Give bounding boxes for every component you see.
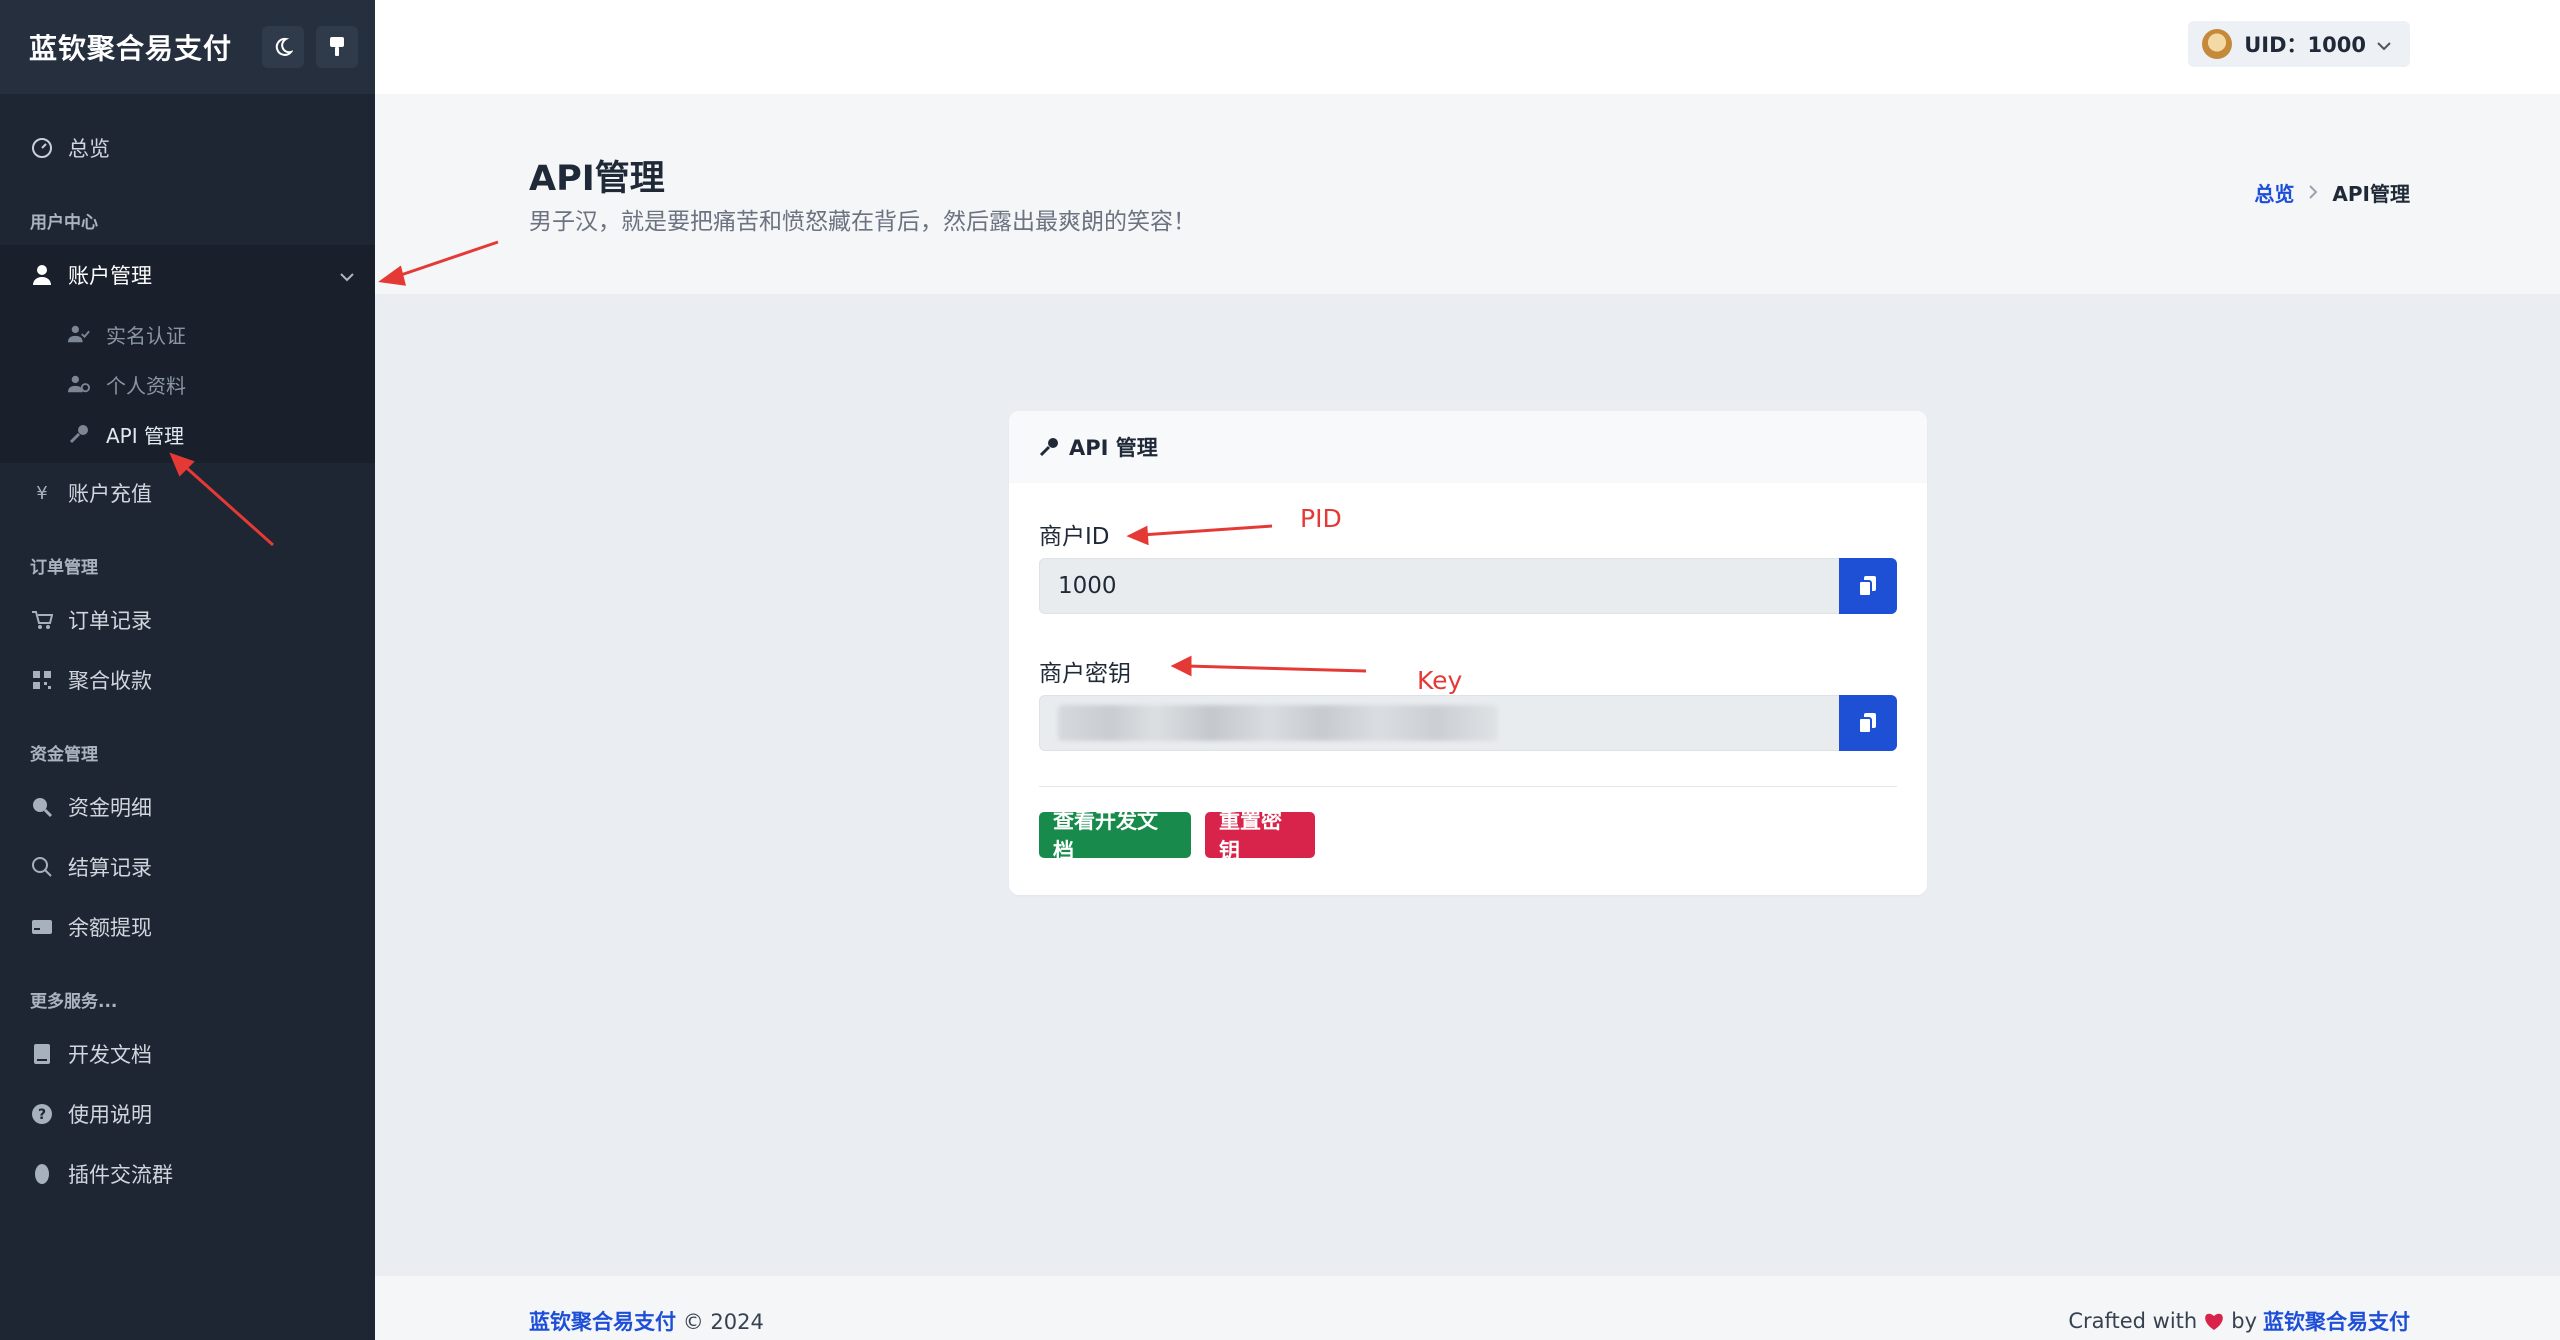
penguin-icon — [30, 1162, 54, 1186]
sidebar-item-label: 使用说明 — [68, 1103, 152, 1127]
sub-item-label: API 管理 — [106, 423, 184, 448]
footer-brand-link-right[interactable]: 蓝钦聚合易支付 — [2263, 1306, 2410, 1336]
sidebar-item-dev-docs[interactable]: 开发文档 — [0, 1024, 375, 1084]
breadcrumb: 总览 API管理 — [2254, 178, 2410, 207]
key-input-group — [1039, 695, 1897, 751]
blurred-secret — [1058, 705, 1498, 741]
card-title: API 管理 — [1069, 436, 1158, 460]
nav-section-more: 更多服务... — [30, 992, 118, 1012]
sidebar-item-label: 余额提现 — [68, 916, 152, 940]
qrcode-icon — [30, 668, 54, 692]
user-menu-button[interactable]: UID：1000 — [2188, 21, 2410, 67]
sidebar-nav: 总览 用户中心 账户管理 实名认证 个人资料 API 管理 ¥ 账户充值 订单管… — [0, 94, 375, 1204]
nav-section-order: 订单管理 — [30, 558, 98, 578]
key-field[interactable] — [1039, 695, 1839, 751]
card-header: API 管理 — [1009, 411, 1927, 483]
sidebar-item-orders[interactable]: 订单记录 — [0, 590, 375, 650]
breadcrumb-current: API管理 — [2332, 182, 2410, 206]
sidebar-item-label: 账户管理 — [68, 264, 152, 288]
pid-input-group: 1000 — [1039, 558, 1897, 614]
api-card: API 管理 商户ID 1000 商户密钥 查看开发文档 重置密钥 — [1009, 411, 1927, 895]
footer-crafted: Crafted with — [2068, 1309, 2198, 1333]
sidebar-item-label: 资金明细 — [68, 796, 152, 820]
sidebar-item-usage[interactable]: ? 使用说明 — [0, 1084, 375, 1144]
yen-icon: ¥ — [36, 482, 48, 504]
breadcrumb-home-link[interactable]: 总览 — [2254, 178, 2294, 207]
sub-item-label: 实名认证 — [106, 323, 186, 348]
sub-item-label: 个人资料 — [106, 373, 186, 398]
brand-logo[interactable]: 蓝钦聚合易支付 — [29, 27, 232, 67]
footer-brand-link[interactable]: 蓝钦聚合易支付 — [529, 1310, 676, 1334]
book-icon — [30, 1042, 54, 1066]
footer-right: Crafted with by 蓝钦聚合易支付 — [2068, 1306, 2410, 1336]
copy-pid-button[interactable] — [1839, 558, 1897, 614]
page-title: API管理 — [529, 159, 665, 199]
key-icon — [68, 423, 90, 445]
sidebar-item-label: 开发文档 — [68, 1043, 152, 1067]
pid-field[interactable]: 1000 — [1039, 558, 1839, 614]
svg-text:?: ? — [38, 1107, 46, 1123]
sidebar-item-overview[interactable]: 总览 — [0, 118, 375, 178]
credit-card-icon — [30, 915, 54, 939]
account-submenu: 实名认证 个人资料 API 管理 — [0, 305, 375, 463]
reset-key-button[interactable]: 重置密钥 — [1205, 809, 1315, 863]
sidebar-item-realname[interactable]: 实名认证 — [0, 309, 375, 359]
top-header: UID：1000 — [375, 0, 2560, 94]
user-uid-label: UID：1000 — [2244, 33, 2366, 57]
footer-by: by — [2231, 1309, 2257, 1333]
sidebar-item-profile[interactable]: 个人资料 — [0, 359, 375, 409]
nav-section-user: 用户中心 — [30, 213, 98, 233]
user-check-icon — [68, 323, 90, 345]
sidebar-item-label: 订单记录 — [68, 609, 152, 633]
nav-section-funds: 资金管理 — [30, 745, 98, 765]
search-dollar-icon — [30, 795, 54, 819]
sidebar-item-api[interactable]: API 管理 — [0, 409, 375, 459]
sidebar-item-withdraw[interactable]: 余额提现 — [0, 897, 375, 957]
search-icon — [30, 855, 54, 879]
sidebar-item-aggregate[interactable]: 聚合收款 — [0, 650, 375, 710]
sidebar-item-label: 总览 — [68, 137, 110, 161]
key-label: 商户密钥 — [1039, 661, 1131, 687]
sidebar-item-label: 账户充值 — [68, 482, 152, 506]
dark-mode-toggle[interactable] — [262, 26, 305, 68]
footer-left: 蓝钦聚合易支付 © 2024 — [529, 1306, 764, 1336]
sidebar: 蓝钦聚合易支付 总览 用户中心 账户管理 实名认证 个人资料 API 管理 ¥ … — [0, 0, 375, 1340]
pid-label: 商户ID — [1039, 524, 1110, 550]
key-icon — [1039, 437, 1059, 457]
question-circle-icon: ? — [30, 1102, 54, 1126]
copy-icon — [1858, 576, 1876, 597]
copy-icon — [1858, 713, 1876, 734]
sidebar-item-settlement[interactable]: 结算记录 — [0, 837, 375, 897]
sidebar-item-label: 插件交流群 — [68, 1163, 173, 1187]
chevron-right-icon — [2308, 181, 2318, 205]
annotation-pid: PID — [1300, 504, 1342, 533]
sidebar-style-toggle[interactable] — [316, 26, 359, 68]
view-docs-button[interactable]: 查看开发文档 — [1039, 809, 1191, 863]
sidebar-item-label: 结算记录 — [68, 856, 152, 880]
moon-icon — [275, 37, 294, 56]
brush-icon — [330, 37, 345, 56]
sidebar-item-account[interactable]: 账户管理 — [0, 245, 375, 305]
cart-icon — [30, 608, 54, 632]
sidebar-item-funds-detail[interactable]: 资金明细 — [0, 777, 375, 837]
page-subtitle: 男子汉，就是要把痛苦和愤怒藏在背后，然后露出最爽朗的笑容！ — [529, 209, 1196, 235]
copy-key-button[interactable] — [1839, 695, 1897, 751]
heart-icon — [2203, 1311, 2225, 1331]
sidebar-item-plugin-group[interactable]: 插件交流群 — [0, 1144, 375, 1204]
user-icon — [30, 263, 54, 287]
sidebar-header: 蓝钦聚合易支付 — [0, 0, 375, 94]
footer: 蓝钦聚合易支付 © 2024 Crafted with by 蓝钦聚合易支付 — [375, 1276, 2560, 1340]
avatar — [2202, 29, 2233, 59]
sidebar-item-recharge[interactable]: ¥ 账户充值 — [0, 463, 375, 523]
annotation-key: Key — [1417, 666, 1463, 695]
sidebar-item-label: 聚合收款 — [68, 669, 152, 693]
page-hero: API管理 男子汉，就是要把痛苦和愤怒藏在背后，然后露出最爽朗的笑容！ 总览 A… — [375, 94, 2560, 294]
user-cog-icon — [68, 373, 90, 395]
dashboard-icon — [30, 136, 54, 160]
footer-copyright: © 2024 — [682, 1310, 764, 1334]
divider — [1039, 786, 1897, 787]
chevron-down-icon — [2376, 32, 2392, 56]
chevron-down-icon — [339, 263, 355, 287]
